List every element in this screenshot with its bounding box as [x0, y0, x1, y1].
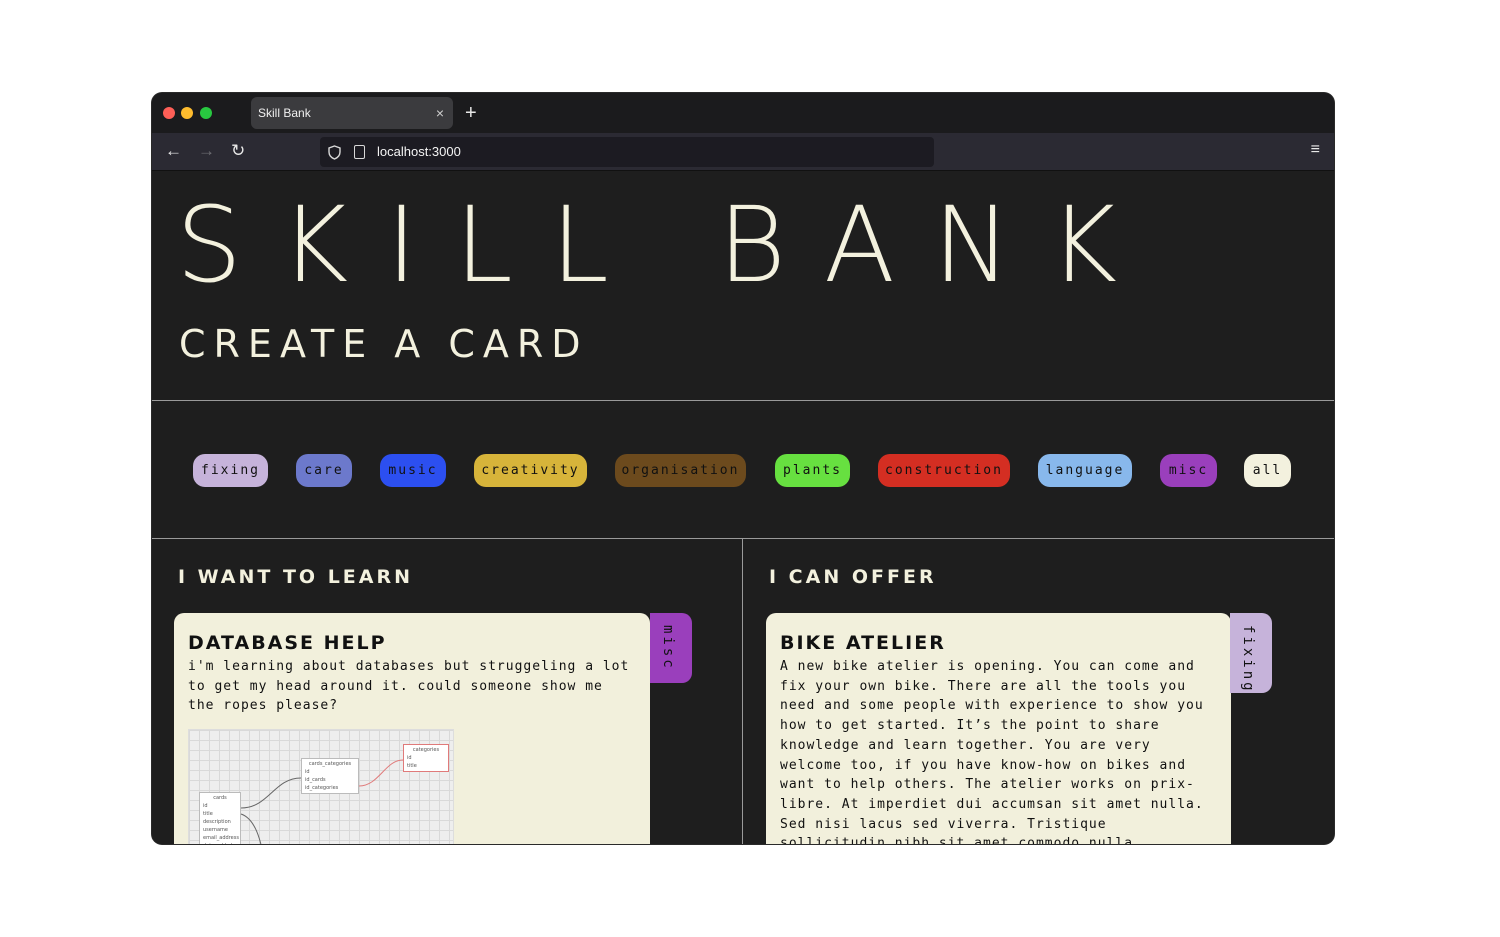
url-text[interactable]: localhost:3000	[377, 137, 461, 167]
navigation-bar: ← → ↻ localhost:3000 ≡	[152, 133, 1334, 171]
filter-chip-care[interactable]: care	[296, 454, 352, 487]
filter-chip-organisation[interactable]: organisation	[615, 454, 746, 487]
card-description: A new bike atelier is opening. You can c…	[780, 659, 1204, 844]
offer-card[interactable]: BIKE ATELIER A new bike atelier is openi…	[766, 613, 1231, 844]
filter-chip-all[interactable]: all	[1244, 454, 1291, 487]
maximize-window-button[interactable]	[200, 107, 212, 119]
tab-strip: Skill Bank × +	[152, 93, 1334, 133]
card-title: DATABASE HELP	[188, 632, 387, 654]
reload-icon[interactable]: ↻	[231, 141, 245, 161]
filter-chip-plants[interactable]: plants	[775, 454, 850, 487]
tab-skill-bank[interactable]: Skill Bank ×	[251, 97, 453, 129]
page-icon	[354, 145, 365, 159]
card-description: i'm learning about databases but strugge…	[188, 659, 630, 714]
offer-card-tag: fixing	[1230, 613, 1272, 694]
filter-chip-creativity[interactable]: creativity	[474, 454, 587, 487]
page-title: SKILL BANK	[176, 184, 1156, 306]
new-tab-button[interactable]: +	[465, 101, 477, 125]
learn-heading: I WANT TO LEARN	[178, 566, 414, 588]
back-arrow-icon[interactable]: ←	[165, 141, 182, 161]
column-divider	[742, 538, 743, 844]
filter-chip-fixing[interactable]: fixing	[193, 454, 268, 487]
browser-window: Skill Bank × + ← → ↻ localhost:3000 ≡ SK…	[152, 93, 1334, 844]
minimize-window-button[interactable]	[181, 107, 193, 119]
diagram-connectors	[240, 759, 404, 844]
tag-label: fixing	[1240, 625, 1256, 694]
forward-arrow-icon[interactable]: →	[198, 141, 215, 161]
filter-chip-music[interactable]: music	[380, 454, 446, 487]
filter-chip-misc[interactable]: misc	[1160, 454, 1217, 487]
close-icon[interactable]: ×	[436, 97, 444, 129]
learn-card[interactable]: DATABASE HELP i'm learning about databas…	[174, 613, 650, 844]
menu-icon[interactable]: ≡	[1311, 141, 1320, 159]
tab-title: Skill Bank	[258, 106, 311, 120]
close-window-button[interactable]	[163, 107, 175, 119]
learn-card-tag: misc	[650, 613, 692, 683]
card-title: BIKE ATELIER	[780, 632, 946, 654]
divider	[152, 400, 1334, 401]
create-card-link[interactable]: CREATE A CARD	[179, 322, 589, 366]
offer-heading: I CAN OFFER	[769, 566, 937, 588]
database-diagram-image: cards_categories id id_cards id_categori…	[188, 729, 454, 844]
category-filters: fixing care music creativity organisation pla…	[152, 454, 1334, 488]
tag-label: misc	[660, 625, 676, 671]
filter-chip-construction[interactable]: construction	[878, 454, 1010, 487]
address-bar[interactable]: localhost:3000	[320, 137, 934, 167]
filter-chip-language[interactable]: language	[1038, 454, 1132, 487]
card-columns: I WANT TO LEARN DATABASE HELP i'm learni…	[152, 538, 1334, 844]
page-content: SKILL BANK CREATE A CARD fixing care music…	[152, 172, 1334, 844]
